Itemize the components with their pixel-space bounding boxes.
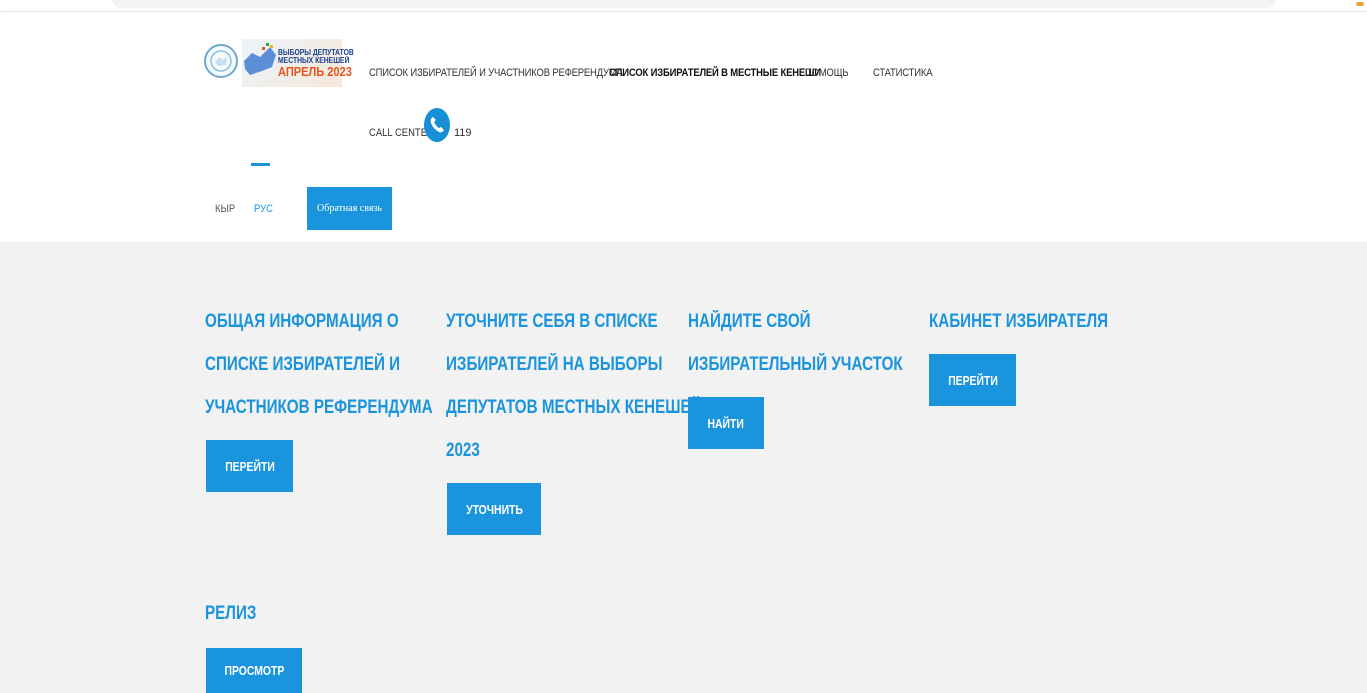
- card-title-line: СПИСКЕ ИЗБИРАТЕЛЕЙ И: [205, 354, 401, 375]
- elections-logo[interactable]: ВЫБОРЫ ДЕПУТАТОВ МЕСТНЫХ КЕНЕШЕЙ АПРЕЛЬ …: [242, 39, 354, 87]
- card-title-line: ДЕПУТАТОВ МЕСТНЫХ КЕНЕШЕЙ: [446, 397, 702, 418]
- logo-text-line3: АПРЕЛЬ 2023: [278, 64, 352, 79]
- card-title-line: ИЗБИРАТЕЛЬНЫЙ УЧАСТОК: [688, 354, 903, 375]
- find-precinct-button[interactable]: НАЙТИ: [688, 397, 764, 449]
- check-yourself-button[interactable]: УТОЧНИТЬ: [447, 483, 541, 535]
- site-header: ВЫБОРЫ ДЕПУТАТОВ МЕСТНЫХ КЕНЕШЕЙ АПРЕЛЬ …: [0, 12, 1367, 242]
- card-title-line: РЕЛИЗ: [205, 603, 257, 624]
- language-kyr[interactable]: КЫР: [215, 203, 235, 215]
- browser-address-bar[interactable]: [112, 0, 1276, 8]
- card-title-line: НАЙДИТЕ СВОЙ: [688, 311, 811, 332]
- feedback-button[interactable]: Обратная связь: [307, 187, 392, 230]
- card-voter-cabinet: КАБИНЕТ ИЗБИРАТЕЛЯ: [929, 300, 1219, 343]
- card-title-line: УТОЧНИТЕ СЕБЯ В СПИСКЕ: [446, 311, 658, 332]
- card-title-line: ИЗБИРАТЕЛЕЙ НА ВЫБОРЫ: [446, 354, 663, 375]
- button-label: ПРОСМОТР: [224, 663, 284, 678]
- browser-top-strip: [0, 0, 1367, 12]
- language-rus[interactable]: РУС: [254, 203, 273, 215]
- voter-cabinet-go-button[interactable]: ПЕРЕЙТИ: [929, 354, 1016, 406]
- card-title-line: КАБИНЕТ ИЗБИРАТЕЛЯ: [929, 311, 1109, 332]
- button-label: УТОЧНИТЬ: [465, 501, 523, 517]
- nav-statistics[interactable]: СТАТИСТИКА: [873, 67, 933, 79]
- card-title-line: УЧАСТНИКОВ РЕФЕРЕНДУМА: [205, 397, 433, 418]
- card-title-line: 2023: [446, 440, 480, 461]
- nav-help[interactable]: ПОМОЩЬ: [805, 67, 849, 79]
- main-content: ОБЩАЯ ИНФОРМАЦИЯ О СПИСКЕ ИЗБИРАТЕЛЕЙ И …: [0, 242, 1367, 693]
- nav-local-councils-list[interactable]: СПИСОК ИЗБИРАТЕЛЕЙ В МЕСТНЫЕ КЕНЕШИ: [609, 67, 821, 79]
- phone-icon[interactable]: [424, 108, 450, 142]
- callcenter-number[interactable]: 119: [454, 127, 472, 139]
- general-info-go-button[interactable]: ПЕРЕЙТИ: [206, 440, 293, 492]
- cec-emblem-icon[interactable]: [204, 44, 238, 78]
- language-active-indicator: [251, 163, 270, 166]
- browser-extension-icon[interactable]: [1356, 2, 1364, 6]
- button-label: ПЕРЕЙТИ: [224, 458, 275, 474]
- release-view-button[interactable]: ПРОСМОТР: [206, 648, 302, 693]
- nav-voter-referendum-list[interactable]: СПИСОК ИЗБИРАТЕЛЕЙ И УЧАСТНИКОВ РЕФЕРЕНД…: [369, 67, 623, 79]
- button-label: ПЕРЕЙТИ: [947, 372, 998, 388]
- card-release: РЕЛИЗ: [205, 592, 495, 635]
- card-title-line: ОБЩАЯ ИНФОРМАЦИЯ О: [205, 311, 399, 332]
- button-label: НАЙТИ: [707, 415, 745, 431]
